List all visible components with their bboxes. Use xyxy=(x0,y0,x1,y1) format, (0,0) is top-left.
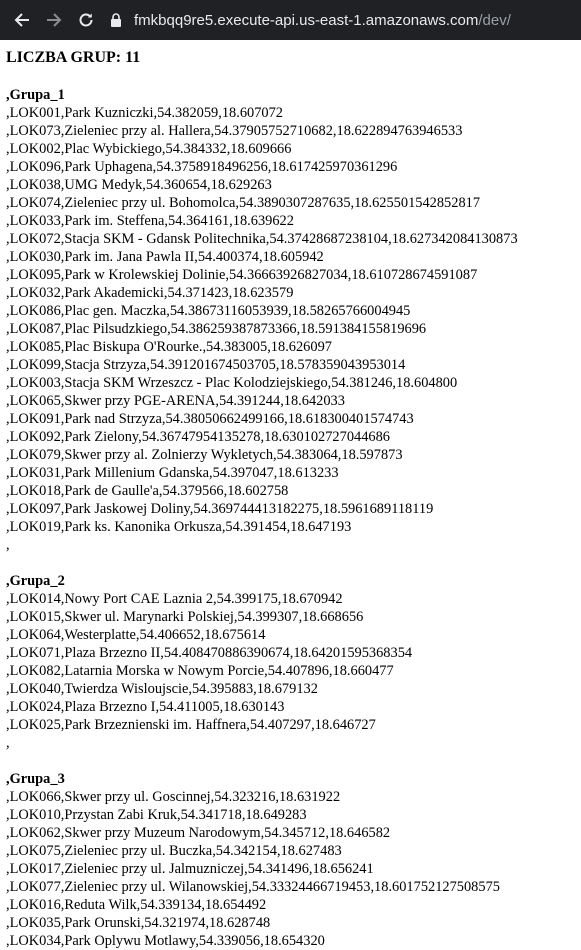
location-line: ,LOK002,Plac Wybickiego,54.384332,18.609… xyxy=(6,141,292,157)
groups-list: ,Grupa_1 ,LOK001,Park Kuzniczki,54.382059… xyxy=(6,86,575,950)
location-line: ,LOK065,Skwer przy PGE-ARENA,54.391244,1… xyxy=(6,393,345,409)
location-line: ,LOK038,UMG Medyk,54.360654,18.629263 xyxy=(6,177,272,193)
location-line: ,LOK092,Park Zielony,54.36747954135278,1… xyxy=(6,429,390,445)
location-line: ,LOK001,Park Kuzniczki,54.382059,18.6070… xyxy=(6,105,283,121)
location-line: ,LOK097,Park Jaskowej Doliny,54.36974441… xyxy=(6,501,434,517)
location-line: ,LOK075,Zieleniec przy ul. Buczka,54.342… xyxy=(6,843,342,859)
address-bar[interactable]: fmkbqq9re5.execute-api.us-east-1.amazona… xyxy=(110,6,573,34)
location-line: ,LOK062,Skwer przy Muzeum Narodowym,54.3… xyxy=(6,825,391,841)
location-line: ,LOK031,Park Millenium Gdanska,54.397047… xyxy=(6,465,339,481)
back-arrow-icon xyxy=(14,13,29,27)
location-line: ,LOK024,Plaza Brzezno I,54.411005,18.630… xyxy=(6,699,285,715)
location-line: ,LOK079,Skwer przy al. Zolnierzy Wyklety… xyxy=(6,447,403,463)
location-line: ,LOK018,Park de Gaulle'a,54.379566,18.60… xyxy=(6,483,289,499)
url-path: /dev/ xyxy=(478,11,511,29)
location-line: ,LOK087,Plac Pilsudzkiego,54.38625938787… xyxy=(6,321,427,337)
location-line: ,LOK040,Twierdza Wisloujscie,54.395883,1… xyxy=(6,681,318,697)
location-line: ,LOK016,Reduta Wilk,54.339134,18.654492 xyxy=(6,897,267,913)
location-line: ,LOK035,Park Orunski,54.321974,18.628748 xyxy=(6,915,271,931)
location-line: ,LOK017,Zieleniec przy ul. Jalmuzniczej,… xyxy=(6,861,374,877)
location-line: ,LOK025,Park Brzeznienski im. Haffnera,5… xyxy=(6,717,376,733)
location-line: ,LOK085,Plac Biskupa O'Rourke.,54.383005… xyxy=(6,339,332,355)
location-line: ,LOK082,Latarnia Morska w Nowym Porcie,5… xyxy=(6,663,394,679)
location-line: ,LOK074,Zieleniec przy ul. Bohomolca,54.… xyxy=(6,195,481,211)
group-title: ,Grupa_3 xyxy=(6,771,65,787)
location-line: ,LOK014,Nowy Port CAE Laznia 2,54.399175… xyxy=(6,591,343,607)
location-line: ,LOK010,Przystan Zabi Kruk,54.341718,18.… xyxy=(6,807,307,823)
location-line: ,LOK091,Park nad Strzyza,54.380506624991… xyxy=(6,411,414,427)
location-line: ,LOK015,Skwer ul. Marynarki Polskiej,54.… xyxy=(6,609,364,625)
location-line: ,LOK066,Skwer przy ul. Goscinnej,54.3232… xyxy=(6,789,341,805)
url-host: fmkbqq9re5.execute-api.us-east-1.amazona… xyxy=(134,11,479,29)
lock-icon xyxy=(110,12,126,28)
forward-button[interactable] xyxy=(40,6,68,34)
location-line: ,LOK095,Park w Krolewskiej Dolinie,54.36… xyxy=(6,267,478,283)
group-title: ,Grupa_1 xyxy=(6,87,65,103)
group-title: ,Grupa_2 xyxy=(6,573,65,589)
location-line: ,LOK096,Park Uphagena,54.3758918496256,1… xyxy=(6,159,398,175)
group-end: , xyxy=(6,735,10,751)
reload-button[interactable] xyxy=(72,6,100,34)
location-line: ,LOK034,Park Oplywu Motlawy,54.339056,18… xyxy=(6,933,325,949)
location-line: ,LOK072,Stacja SKM - Gdansk Politechnika… xyxy=(6,231,518,247)
location-line: ,LOK030,Park im. Jana Pawla II,54.400374… xyxy=(6,249,324,265)
browser-toolbar: fmkbqq9re5.execute-api.us-east-1.amazona… xyxy=(0,0,581,40)
back-button[interactable] xyxy=(8,6,36,34)
location-line: ,LOK071,Plaza Brzezno II,54.408470886390… xyxy=(6,645,413,661)
group-count: LICZBA GRUP: 11 xyxy=(6,49,141,66)
location-line: ,LOK077,Zieleniec przy ul. Wilanowskiej,… xyxy=(6,879,500,895)
location-line: ,LOK003,Stacja SKM Wrzeszcz - Plac Kolod… xyxy=(6,375,458,391)
location-line: ,LOK032,Park Akademicki,54.371423,18.623… xyxy=(6,285,294,301)
location-line: ,LOK086,Plac gen. Maczka,54.386731160539… xyxy=(6,303,411,319)
page-content: LICZBA GRUP: 11 ,Grupa_1 ,LOK001,Park Kuz… xyxy=(0,40,581,950)
reload-icon xyxy=(79,13,93,27)
location-line: ,LOK033,Park im. Steffena,54.364161,18.6… xyxy=(6,213,294,229)
group-end: , xyxy=(6,537,10,553)
location-line: ,LOK099,Stacja Strzyza,54.39120167450370… xyxy=(6,357,406,373)
location-line: ,LOK073,Zieleniec przy al. Hallera,54.37… xyxy=(6,123,463,139)
location-line: ,LOK019,Park ks. Kanonika Orkusza,54.391… xyxy=(6,519,352,535)
forward-arrow-icon xyxy=(47,13,62,27)
location-line: ,LOK064,Westerplatte,54.406652,18.675614 xyxy=(6,627,266,643)
